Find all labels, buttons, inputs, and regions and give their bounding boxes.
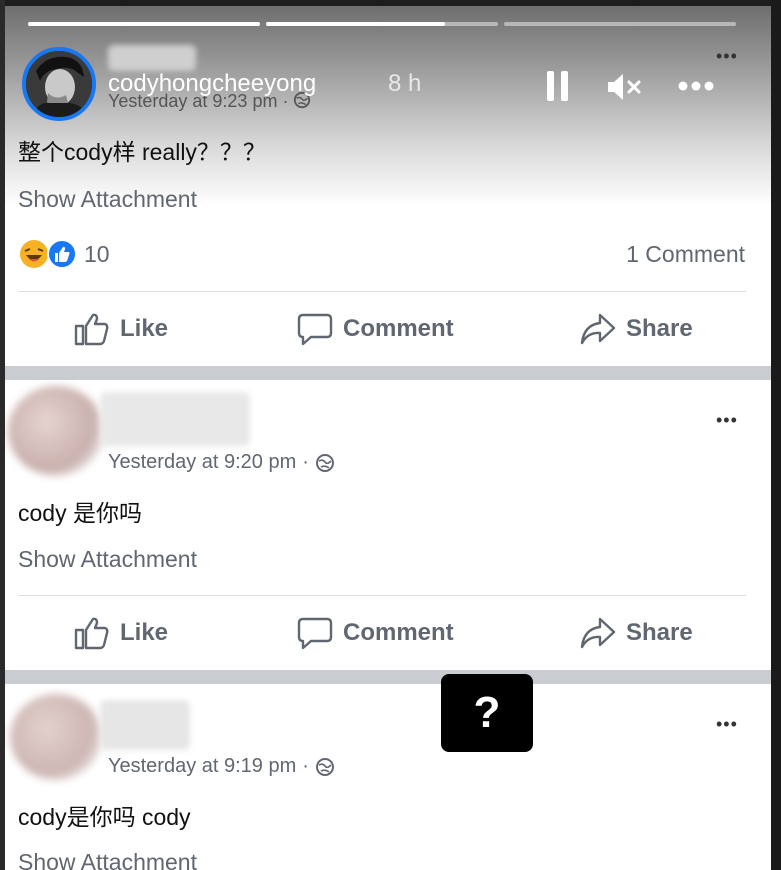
more-icon[interactable] [678,79,714,97]
post-timestamp: Yesterday at 9:20 pm · [108,451,335,474]
comment-button[interactable]: Comment [297,616,454,650]
pause-icon[interactable] [546,70,570,107]
comment-count[interactable]: 1 Comment [626,241,745,268]
globe-icon [315,757,334,776]
like-label: Like [120,315,169,342]
avatar[interactable] [8,386,104,476]
share-icon [580,313,616,345]
share-icon [580,617,616,649]
post-separator [5,670,771,684]
story-time: 8 h [388,70,422,97]
mute-icon[interactable] [606,72,642,107]
avatar[interactable] [10,694,102,780]
reaction-icons[interactable] [18,238,80,275]
show-attachment-link[interactable]: Show Attachment [18,849,197,870]
post-text: 整个cody样 really？？？ [18,139,266,165]
question-badge[interactable]: ? [441,674,533,752]
like-icon [74,313,109,346]
post-text: cody 是你吗 [18,500,142,526]
blurred-name [100,700,190,750]
blurred-name [108,45,196,71]
like-label: Like [120,619,169,646]
post-menu-icon[interactable]: ••• [716,410,738,431]
like-button[interactable]: Like [74,312,168,346]
show-attachment-link[interactable]: Show Attachment [18,546,197,573]
blurred-name [100,392,250,446]
divider [18,291,746,292]
post-menu-icon[interactable]: ••• [716,714,738,735]
share-button[interactable]: Share [580,312,693,346]
comment-button[interactable]: Comment [297,312,454,346]
right-border [771,0,781,870]
avatar[interactable] [22,47,96,121]
story-frame: Yesterday at 9:23 pm · codyhongcheeyong … [0,0,781,870]
left-border [0,0,5,870]
divider [18,595,746,596]
share-button[interactable]: Share [580,616,693,650]
globe-icon [315,453,334,472]
post-menu-icon[interactable]: ••• [716,46,738,67]
story-progress-1 [28,22,260,26]
story-progress-3 [504,22,736,26]
comment-icon [297,617,333,650]
reaction-count[interactable]: 10 [84,241,110,268]
post-timestamp: Yesterday at 9:19 pm · [108,755,335,778]
comment-label: Comment [343,315,454,342]
like-icon [74,617,109,650]
avatar-photo [26,51,92,117]
post-text: cody是你吗 cody [18,804,191,830]
post-separator [5,366,771,380]
comment-label: Comment [343,619,454,646]
comment-icon [297,313,333,346]
like-button[interactable]: Like [74,616,168,650]
story-progress-2 [266,22,498,26]
show-attachment-link[interactable]: Show Attachment [18,186,197,213]
haha-reaction-icon [20,240,48,268]
share-label: Share [626,619,693,646]
top-border [0,0,781,6]
share-label: Share [626,315,693,342]
story-username[interactable]: codyhongcheeyong [108,70,316,98]
